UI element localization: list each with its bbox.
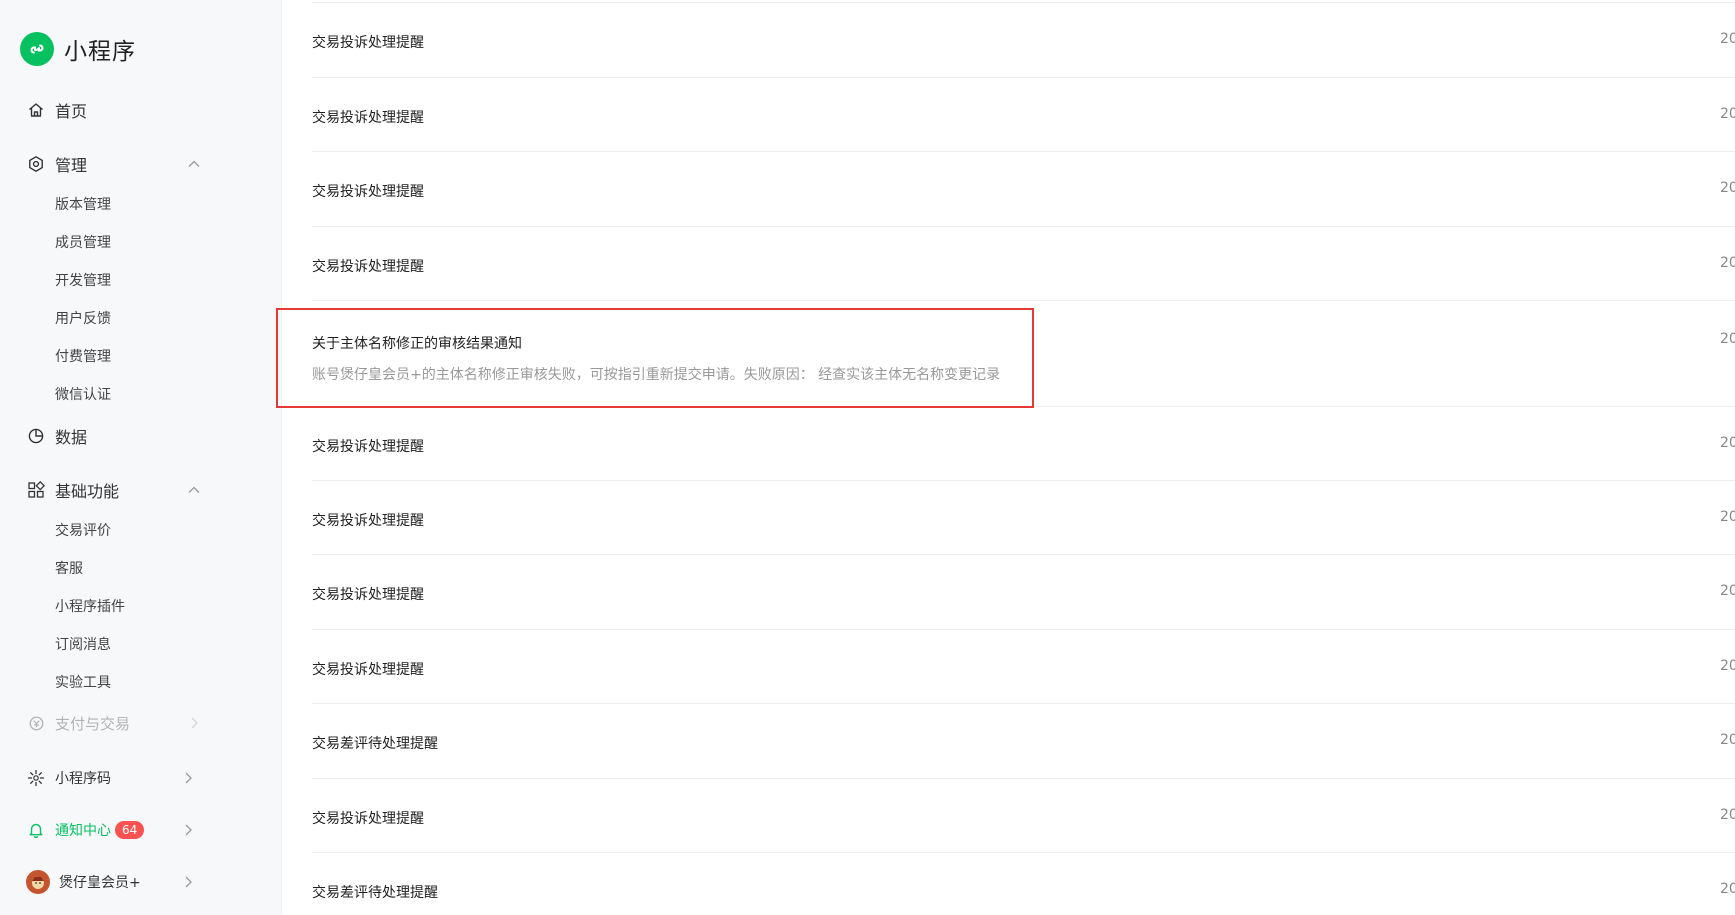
- notification-badge: 64: [115, 821, 145, 839]
- nav-manage[interactable]: 管理: [26, 151, 202, 177]
- list-item-date: 2025-0: [1720, 180, 1735, 196]
- nav-payment-trade[interactable]: 支付与交易: [26, 710, 202, 736]
- nav-data[interactable]: 数据: [26, 423, 202, 449]
- nav-account-label: 煲仔皇会员+: [59, 875, 141, 891]
- list-item-date: 2025-0: [1720, 658, 1735, 674]
- list-item[interactable]: 交易投诉处理提醒 2025-0: [312, 778, 1735, 854]
- nav-user-feedback[interactable]: 用户反馈: [55, 307, 111, 329]
- list-item-title: 交易投诉处理提醒: [312, 35, 424, 51]
- list-item-date: 2025-0: [1720, 435, 1735, 451]
- qrcode-icon: [26, 768, 46, 788]
- list-item-title: 交易投诉处理提醒: [312, 439, 424, 455]
- nav-basic-features[interactable]: 基础功能: [26, 477, 202, 503]
- chevron-right-icon[interactable]: [180, 874, 196, 890]
- list-item-date: 2025-0: [1720, 732, 1735, 748]
- list-item-date: 2025-0: [1720, 807, 1735, 823]
- chevron-right-icon[interactable]: [180, 822, 196, 838]
- nav-basic-features-label: 基础功能: [55, 482, 120, 501]
- nav-plugins[interactable]: 小程序插件: [55, 595, 125, 617]
- nav-dev-manage[interactable]: 开发管理: [55, 269, 111, 291]
- nav-experiment-tools[interactable]: 实验工具: [55, 671, 111, 693]
- list-item-title: 关于主体名称修正的审核结果通知: [312, 336, 522, 352]
- list-item-date: 2025-0: [1720, 583, 1735, 599]
- nav-notification-center[interactable]: 通知中心 64: [26, 817, 196, 843]
- list-item-title: 交易投诉处理提醒: [312, 184, 424, 200]
- list-item-date: 2025-0: [1720, 509, 1735, 525]
- nav-payment-trade-label: 支付与交易: [55, 714, 131, 733]
- list-item[interactable]: 交易差评待处理提醒 2025-0: [312, 852, 1735, 915]
- list-item-date: 2025-0: [1720, 881, 1735, 897]
- brand[interactable]: 小程序: [20, 30, 136, 68]
- list-item[interactable]: 交易投诉处理提醒 2025-0: [312, 554, 1735, 630]
- list-item-title: 交易投诉处理提醒: [312, 811, 424, 827]
- chart-icon: [26, 426, 46, 446]
- grid-icon: [26, 480, 46, 500]
- list-item[interactable]: 交易投诉处理提醒 2025-0: [312, 406, 1735, 482]
- chevron-right-icon[interactable]: [186, 715, 202, 731]
- nav-qrcode[interactable]: 小程序码: [26, 765, 196, 791]
- list-item-expanded[interactable]: 关于主体名称修正的审核结果通知 账号煲仔皇会员+的主体名称修正审核失败，可按指引…: [312, 300, 1735, 407]
- list-item-date: 2025-0: [1720, 31, 1735, 47]
- home-icon: [26, 100, 46, 120]
- list-item[interactable]: 交易投诉处理提醒 2025-0: [312, 226, 1735, 302]
- brand-title: 小程序: [64, 39, 136, 65]
- avatar: [26, 870, 50, 894]
- list-item[interactable]: 交易投诉处理提醒 2025-0: [312, 480, 1735, 556]
- list-item[interactable]: 交易投诉处理提醒 2025-0: [312, 77, 1735, 153]
- miniprogram-logo-icon: [20, 32, 54, 66]
- list-item[interactable]: 交易投诉处理提醒 2025-0: [312, 151, 1735, 227]
- list-item-title: 交易投诉处理提醒: [312, 587, 424, 603]
- nav-member-manage[interactable]: 成员管理: [55, 231, 111, 253]
- list-item-date: 2025-0: [1720, 331, 1735, 347]
- list-item-title: 交易差评待处理提醒: [312, 885, 438, 901]
- list-item-title: 交易投诉处理提醒: [312, 513, 424, 529]
- list-item[interactable]: 交易投诉处理提醒 2025-0: [312, 2, 1735, 78]
- notification-list: 交易投诉处理提醒 2025-0 交易投诉处理提醒 2025-0 交易投诉处理提醒…: [282, 0, 1735, 915]
- chevron-right-icon[interactable]: [180, 770, 196, 786]
- list-item-date: 2025-0: [1720, 255, 1735, 271]
- nav-data-label: 数据: [55, 428, 88, 447]
- list-item-title: 交易投诉处理提醒: [312, 110, 424, 126]
- list-item-description: 账号煲仔皇会员+的主体名称修正审核失败，可按指引重新提交申请。失败原因： 经查实…: [312, 367, 1001, 383]
- nav-notification-label: 通知中心: [55, 823, 111, 839]
- nav-customer-service[interactable]: 客服: [55, 557, 83, 579]
- settings-icon: [26, 154, 46, 174]
- nav-version-manage[interactable]: 版本管理: [55, 193, 111, 215]
- nav-home-label: 首页: [55, 102, 88, 121]
- chevron-up-icon[interactable]: [186, 482, 202, 498]
- list-item-title: 交易投诉处理提醒: [312, 662, 424, 678]
- bell-icon: [26, 820, 46, 840]
- list-item-date: 2025-0: [1720, 106, 1735, 122]
- nav-manage-label: 管理: [55, 156, 88, 175]
- nav-wechat-verify[interactable]: 微信认证: [55, 383, 111, 405]
- chevron-up-icon[interactable]: [186, 156, 202, 172]
- nav-qrcode-label: 小程序码: [55, 771, 111, 787]
- list-item-title: 交易投诉处理提醒: [312, 259, 424, 275]
- nav-payment-manage[interactable]: 付费管理: [55, 345, 111, 367]
- nav-subscribe-msg[interactable]: 订阅消息: [55, 633, 111, 655]
- list-item[interactable]: 交易差评待处理提醒 2025-0: [312, 703, 1735, 779]
- nav-trade-review[interactable]: 交易评价: [55, 519, 111, 541]
- list-item[interactable]: 交易投诉处理提醒 2025-0: [312, 629, 1735, 705]
- nav-account[interactable]: 煲仔皇会员+: [26, 869, 196, 895]
- payment-icon: [26, 713, 46, 733]
- sidebar: 小程序 首页 管理 版本管理 成员管理 开发管理 用户反馈 付费管理 微信认证 …: [0, 0, 282, 915]
- list-item-title: 交易差评待处理提醒: [312, 736, 438, 752]
- nav-home[interactable]: 首页: [26, 97, 202, 123]
